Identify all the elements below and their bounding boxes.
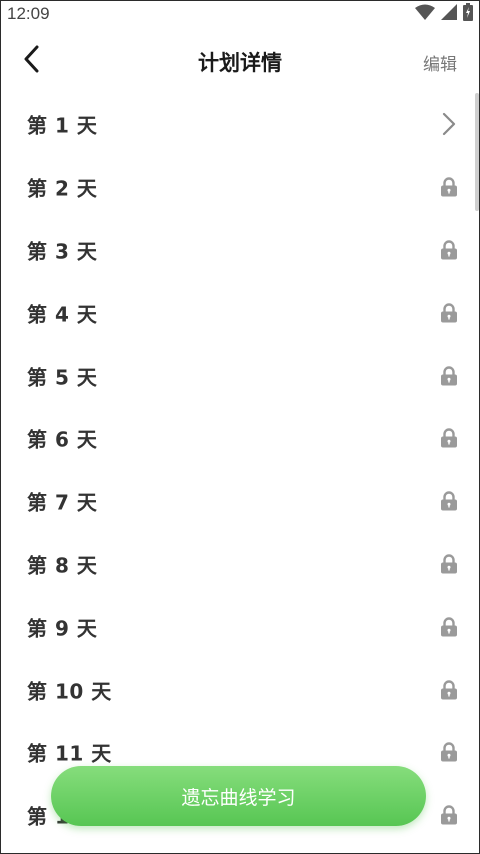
app-screen: 12:09 计划详情 编辑 第 1 天 第 2 天 第 3 天 第 4 天 第 … [0, 0, 480, 854]
day-list-item[interactable]: 第 8 天 [1, 533, 479, 596]
day-list-item[interactable]: 第 6 天 [1, 407, 479, 470]
header: 计划详情 编辑 [1, 29, 479, 93]
wifi-icon [415, 4, 435, 24]
lock-icon [439, 365, 459, 387]
battery-icon [463, 3, 473, 25]
day-list-item[interactable]: 第 7 天 [1, 470, 479, 533]
day-label: 第 1 天 [27, 113, 98, 138]
day-list-item[interactable]: 第 10 天 [1, 658, 479, 721]
day-label: 第 7 天 [27, 490, 98, 515]
day-list-item[interactable]: 第 5 天 [1, 344, 479, 407]
signal-icon [441, 4, 457, 24]
day-list-item[interactable]: 第 2 天 [1, 156, 479, 219]
lock-icon [439, 553, 459, 575]
status-bar: 12:09 [1, 1, 479, 29]
day-label: 第 5 天 [27, 365, 98, 390]
day-list-item[interactable]: 第 9 天 [1, 595, 479, 658]
lock-icon [439, 741, 459, 763]
day-label: 第 6 天 [27, 427, 98, 452]
lock-icon [439, 239, 459, 261]
status-time: 12:09 [7, 4, 50, 23]
day-label: 第 4 天 [27, 302, 98, 327]
day-list-item[interactable]: 第 3 天 [1, 219, 479, 282]
lock-icon [439, 302, 459, 324]
status-icons [415, 3, 473, 25]
lock-icon [439, 804, 459, 826]
day-list: 第 1 天 第 2 天 第 3 天 第 4 天 第 5 天 第 6 天 第 7 … [1, 93, 479, 847]
lock-icon [439, 176, 459, 198]
lock-icon [439, 616, 459, 638]
lock-icon [439, 427, 459, 449]
day-label: 第 10 天 [27, 679, 112, 704]
day-label: 第 2 天 [27, 176, 98, 201]
day-label: 第 11 天 [27, 741, 112, 766]
edit-button[interactable]: 编辑 [423, 50, 457, 75]
lock-icon [439, 679, 459, 701]
day-list-item[interactable]: 第 1 天 [1, 93, 479, 156]
day-label: 第 8 天 [27, 553, 98, 578]
chevron-right-icon [439, 113, 459, 136]
scrollbar[interactable] [475, 93, 479, 211]
day-list-item[interactable]: 第 4 天 [1, 281, 479, 344]
lock-icon [439, 490, 459, 512]
day-label: 第 9 天 [27, 616, 98, 641]
page-title: 计划详情 [198, 51, 282, 75]
day-label: 第 3 天 [27, 239, 98, 264]
forgetting-curve-study-button[interactable]: 遗忘曲线学习 [51, 766, 426, 826]
